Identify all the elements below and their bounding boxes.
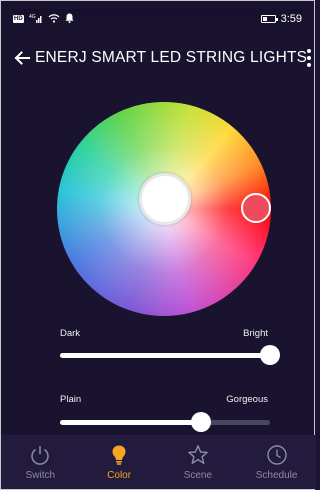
signal-icon: 4G [29,13,43,26]
tab-switch[interactable]: Switch [1,435,80,489]
brightness-slider[interactable] [60,345,280,365]
star-icon [187,444,208,464]
wifi-icon [48,13,60,26]
arrow-left-icon[interactable] [13,47,31,69]
page-title: ENERJ SMART LED STRING LIGHTS [35,49,308,66]
brightness-max-label: Bright [243,328,268,339]
app-screen: HD 4G 3:59 ENERJ SMART LED STRING LIGHTS… [0,0,316,490]
notification-bell-icon [65,13,74,26]
saturation-slider-fill [60,420,201,425]
white-color-button[interactable] [139,173,191,225]
status-time: 3:59 [280,13,302,25]
status-right: 3:59 [260,13,302,25]
battery-level [262,17,267,21]
power-icon [31,445,50,465]
brightness-slider-fill [60,353,270,358]
brightness-slider-thumb[interactable] [260,345,280,365]
saturation-max-label: Gorgeous [226,394,268,405]
hd-icon: HD [13,15,24,23]
tab-label: Schedule [255,469,298,481]
tab-label: Switch [25,469,56,481]
more-vert-icon[interactable] [307,47,312,69]
color-wheel[interactable] [57,102,271,316]
tab-scene[interactable]: Scene [159,435,238,489]
color-picker-handle[interactable] [241,193,271,223]
app-bar: ENERJ SMART LED STRING LIGHTS [13,43,312,73]
bulb-icon [112,445,126,465]
brightness-min-label: Dark [60,328,81,339]
status-bar: HD 4G 3:59 [13,9,302,29]
clock-icon [266,444,287,465]
svg-text:4G: 4G [29,14,36,20]
bottom-tab-bar: Switch Color Scene Schedule [1,435,316,489]
tab-label: Scene [183,469,213,481]
status-left: HD 4G [13,13,74,26]
battery-icon [260,15,278,23]
saturation-slider-thumb[interactable] [190,412,211,432]
tab-color[interactable]: Color [80,435,159,489]
tab-label: Color [107,469,132,481]
tab-schedule[interactable]: Schedule [237,435,316,489]
saturation-slider[interactable] [60,412,270,432]
saturation-min-label: Plain [60,394,82,405]
